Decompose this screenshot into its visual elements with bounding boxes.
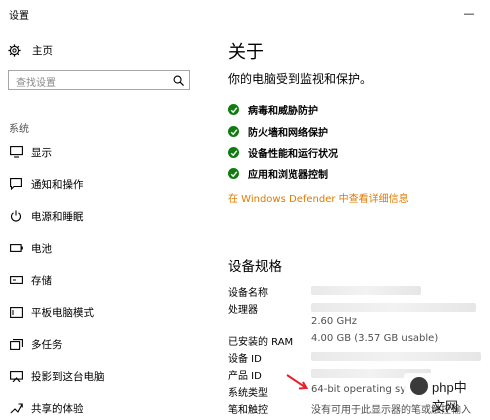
redacted-value — [311, 352, 481, 361]
sidebar-item-label: 共享的体验 — [31, 402, 84, 415]
project-icon — [9, 369, 23, 383]
spec-value-system-type: 64-bit operating sy — [311, 384, 407, 395]
redacted-value — [311, 303, 476, 312]
php-logo-icon — [410, 377, 428, 395]
sidebar-item-label: 存储 — [31, 274, 52, 287]
home-label: 主页 — [32, 45, 53, 57]
battery-icon — [9, 241, 23, 255]
notification-icon — [9, 177, 23, 191]
protection-subtitle: 你的电脑受到监视和保护。 — [228, 72, 373, 86]
protection-label: 病毒和威胁防护 — [248, 106, 318, 117]
sidebar-item-storage[interactable]: 存储 — [0, 268, 200, 292]
sidebar-item-notifications[interactable]: 通知和操作 — [0, 172, 200, 196]
protection-item: 病毒和威胁防护 — [228, 102, 318, 117]
gear-icon — [8, 44, 21, 57]
spec-label-device-id: 设备 ID — [228, 354, 262, 365]
spec-label-processor: 处理器 — [228, 305, 258, 316]
spec-label-ram: 已安装的 RAM — [228, 337, 294, 348]
redacted-value — [311, 286, 421, 295]
power-icon — [9, 209, 23, 223]
sidebar-item-project[interactable]: 投影到这台电脑 — [0, 364, 200, 388]
spec-value-processor: 2.60 GHz — [311, 316, 357, 327]
specs-heading: 设备规格 — [228, 259, 282, 275]
sidebar-item-label: 电池 — [31, 242, 52, 255]
sidebar-item-label: 多任务 — [31, 338, 63, 351]
shared-icon — [9, 401, 23, 415]
protection-item: 防火墙和网络保护 — [228, 124, 328, 139]
spec-label-product-id: 产品 ID — [228, 371, 262, 382]
check-icon — [228, 126, 239, 137]
sidebar-home[interactable]: 主页 — [8, 43, 53, 58]
spec-label-device-name: 设备名称 — [228, 288, 268, 299]
protection-label: 应用和浏览器控制 — [248, 170, 328, 181]
sidebar-item-label: 投影到这台电脑 — [31, 370, 105, 383]
sidebar-item-multitasking[interactable]: 多任务 — [0, 332, 200, 356]
watermark-text: php中文网 — [432, 380, 467, 414]
sidebar-item-label: 平板电脑模式 — [31, 306, 94, 319]
search-icon — [173, 75, 184, 86]
storage-icon — [9, 273, 23, 287]
protection-item: 应用和浏览器控制 — [228, 166, 328, 181]
spec-label-system-type: 系统类型 — [228, 388, 268, 399]
protection-label: 设备性能和运行状况 — [248, 149, 338, 160]
check-icon — [228, 104, 239, 115]
sidebar-item-label: 电源和睡眠 — [31, 210, 84, 223]
defender-details-link[interactable]: 在 Windows Defender 中查看详细信息 — [228, 190, 409, 205]
search-input[interactable]: 查找设置 — [8, 70, 190, 90]
search-placeholder: 查找设置 — [16, 78, 56, 89]
check-icon — [228, 168, 239, 179]
sidebar-item-power[interactable]: 电源和睡眠 — [0, 204, 200, 228]
sidebar-item-label: 显示 — [31, 146, 52, 159]
sidebar-item-tablet[interactable]: 平板电脑模式 — [0, 300, 200, 324]
section-label: 系统 — [9, 124, 29, 135]
protection-label: 防火墙和网络保护 — [248, 128, 328, 139]
sidebar-item-shared[interactable]: 共享的体验 — [0, 396, 200, 420]
monitor-icon — [9, 145, 23, 159]
sidebar-item-display[interactable]: 显示 — [0, 140, 200, 164]
multitask-icon — [9, 337, 23, 351]
tablet-icon — [9, 305, 23, 319]
page-title: 关于 — [228, 42, 264, 63]
sidebar-item-label: 通知和操作 — [31, 178, 84, 191]
protection-item: 设备性能和运行状况 — [228, 145, 338, 160]
sidebar-item-battery[interactable]: 电池 — [0, 236, 200, 260]
window-title: 设置 — [9, 11, 29, 22]
spec-label-pen-touch: 笔和触控 — [228, 405, 268, 416]
watermark: php中文网 — [404, 373, 474, 414]
spec-value-ram: 4.00 GB (3.57 GB usable) — [311, 333, 439, 344]
check-icon — [228, 147, 239, 158]
arrow-icon — [286, 374, 308, 390]
title-bar: 设置 — — [0, 0, 490, 26]
minimize-button[interactable]: — — [452, 0, 486, 26]
